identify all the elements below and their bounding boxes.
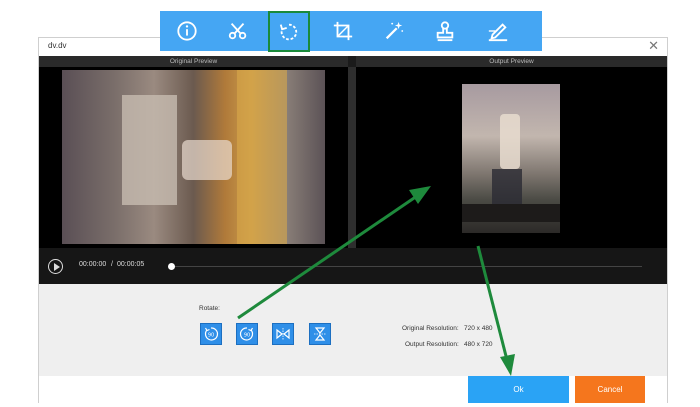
original-video-frame: [62, 70, 325, 244]
ok-button[interactable]: Ok: [468, 376, 569, 403]
rotate-label: Rotate:: [199, 305, 220, 312]
time-separator: /: [111, 261, 113, 268]
tool-rotate[interactable]: [268, 11, 310, 52]
crop-icon: [333, 21, 353, 41]
play-button[interactable]: [48, 259, 63, 274]
flip-vertical-button[interactable]: [309, 323, 331, 345]
svg-text:90: 90: [208, 333, 214, 339]
output-preview-label: Output Preview: [356, 56, 667, 67]
output-resolution-value: 480 x 720: [464, 341, 493, 348]
tool-info[interactable]: [166, 14, 208, 48]
window-title: dv.dv: [48, 41, 67, 50]
original-resolution-value: 720 x 480: [464, 325, 493, 332]
rotate-dialog: dv.dv ✕ Original Preview Output Preview …: [38, 37, 668, 403]
svg-text:90: 90: [244, 333, 250, 339]
rotate-options: Rotate: 90 90 Original Resolution: 720 x…: [39, 284, 667, 376]
tool-cut[interactable]: [217, 14, 259, 48]
scissors-icon: [228, 23, 247, 40]
total-time: 00:00:05: [117, 261, 145, 268]
watermark-stamp-icon: [436, 21, 454, 42]
subtitle-pen-icon: [488, 23, 508, 42]
tool-watermark[interactable]: [424, 14, 466, 48]
rotate-icon: [279, 23, 298, 40]
seek-handle[interactable]: [168, 263, 175, 270]
pane-divider: [348, 67, 356, 248]
playback-controls: 00:00:00 / 00:00:05: [39, 248, 667, 284]
close-icon[interactable]: ✕: [648, 39, 659, 53]
flip-horizontal-icon: [276, 328, 290, 340]
original-resolution-label: Original Resolution:: [402, 325, 459, 332]
play-icon: [53, 262, 60, 271]
output-resolution-label: Output Resolution:: [405, 341, 459, 348]
rotate-left-90-button[interactable]: 90: [200, 323, 222, 345]
rotate-right-90-button[interactable]: 90: [236, 323, 258, 345]
tool-crop[interactable]: [322, 14, 364, 48]
flip-vertical-icon: [314, 327, 326, 341]
tool-subtitle[interactable]: [477, 14, 519, 48]
dialog-footer: Ok Cancel: [39, 376, 667, 403]
edit-toolbar: [160, 11, 542, 52]
tool-effects[interactable]: [373, 14, 415, 48]
current-time: 00:00:00: [79, 261, 107, 268]
original-preview-label: Original Preview: [39, 56, 348, 67]
output-video-frame: [462, 84, 560, 233]
rotate-left-90-icon: 90: [204, 327, 219, 341]
effects-wand-icon: [385, 21, 404, 40]
info-icon: [177, 21, 197, 41]
flip-horizontal-button[interactable]: [272, 323, 294, 345]
cancel-button[interactable]: Cancel: [575, 376, 645, 403]
preview-area: Original Preview Output Preview 00:00:00…: [39, 56, 667, 284]
seek-bar[interactable]: [172, 266, 642, 267]
rotate-right-90-icon: 90: [239, 327, 254, 341]
